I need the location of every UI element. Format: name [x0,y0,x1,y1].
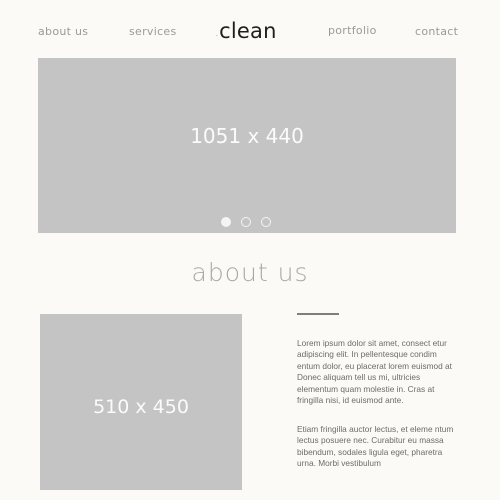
about-image: 510 x 450 [40,314,242,490]
about-paragraph-2: Etiam fringilla auctor lectus, et eleme … [297,424,454,469]
nav-link-about-us[interactable]: about us [38,25,88,38]
hero-placeholder-label: 1051 x 440 [190,124,304,148]
slider-pagination [221,217,271,227]
slider-dot-3[interactable] [261,217,271,227]
nav-link-services[interactable]: services [129,25,177,38]
nav-link-contact[interactable]: contact [415,25,458,38]
about-section-title: about us [191,258,309,287]
about-paragraph-1: Lorem ipsum dolor sit amet, consect etur… [297,338,452,406]
about-divider [297,313,339,315]
logo[interactable]: .clean [216,19,277,43]
logo-text: clean [219,19,277,43]
slider-dot-1[interactable] [221,217,231,227]
about-image-placeholder-label: 510 x 450 [93,396,189,418]
hero-slider: 1051 x 440 [38,58,456,233]
nav-link-portfolio[interactable]: portfolio [328,24,377,37]
slider-dot-2[interactable] [241,217,251,227]
logo-dot-icon: . [216,31,219,38]
